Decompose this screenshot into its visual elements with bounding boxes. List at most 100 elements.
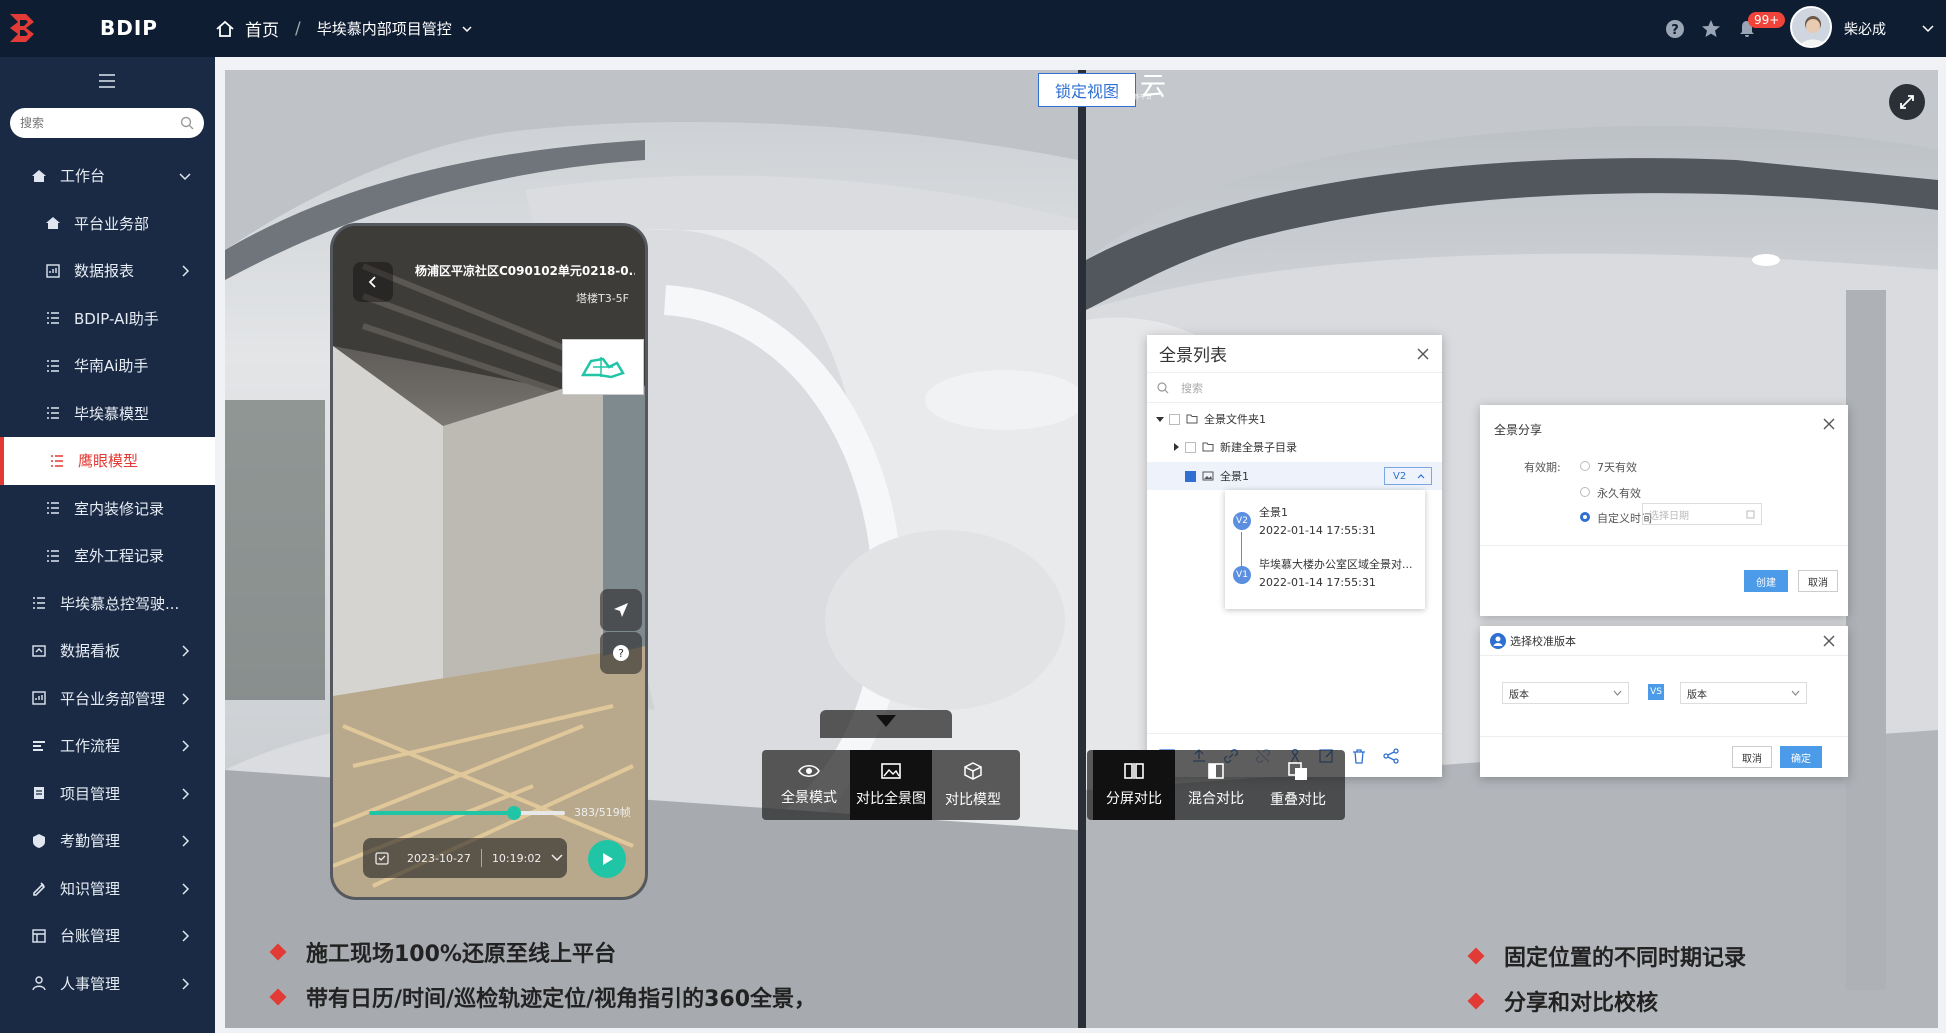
tree-row-panorama[interactable]: 全景1 V2 xyxy=(1147,462,1442,490)
close-icon[interactable] xyxy=(1822,417,1836,431)
tree-row-folder[interactable]: 全景文件夹1 xyxy=(1147,405,1442,433)
confirm-button[interactable]: 确定 xyxy=(1780,746,1822,768)
frame-slider[interactable] xyxy=(369,806,565,820)
toolbar_right-button-0[interactable]: 分屏对比 xyxy=(1093,750,1175,820)
panorama-list-search[interactable]: 搜索 xyxy=(1147,373,1442,403)
toolbar-toggle[interactable] xyxy=(820,710,952,738)
radio-custom[interactable] xyxy=(1580,512,1590,522)
sidebar-item-13[interactable]: 项目管理 xyxy=(0,770,215,818)
caret-down-icon[interactable] xyxy=(1155,414,1165,424)
search-icon[interactable] xyxy=(180,116,194,130)
toolbar_left-button-2[interactable]: 对比模型 xyxy=(932,750,1014,820)
mobile-back-button[interactable] xyxy=(353,262,393,302)
sidebar-item-1[interactable]: 平台业务部 xyxy=(0,200,215,248)
sidebar-item-label: BDIP-AI助手 xyxy=(74,309,159,328)
tree-checkbox[interactable] xyxy=(1185,441,1196,453)
toolbar_left-button-0[interactable]: 全景模式 xyxy=(768,750,850,820)
brand-name[interactable]: BDIP xyxy=(100,16,158,40)
version-name[interactable]: 毕埃慕大楼办公室区域全景对... xyxy=(1259,556,1419,572)
radio-permanent-label[interactable]: 永久有效 xyxy=(1597,485,1641,501)
sidebar-search[interactable] xyxy=(10,108,204,138)
version-badge[interactable]: V2 xyxy=(1233,512,1251,530)
mobile-panorama[interactable] xyxy=(333,226,645,897)
cancel-button[interactable]: 取消 xyxy=(1732,746,1772,768)
share-icon[interactable] xyxy=(1381,746,1401,766)
tree-checkbox[interactable] xyxy=(1169,413,1180,425)
sidebar-item-4[interactable]: 华南Ai助手 xyxy=(0,342,215,390)
sidebar-item-8[interactable]: 室外工程记录 xyxy=(0,532,215,580)
trash-icon[interactable] xyxy=(1349,746,1369,766)
sidebar-item-16[interactable]: 台账管理 xyxy=(0,912,215,960)
chevron-down-icon[interactable] xyxy=(551,853,563,863)
radio-7days-label[interactable]: 7天有效 xyxy=(1597,459,1637,475)
chevron-right-icon xyxy=(181,976,191,994)
avatar[interactable] xyxy=(1790,6,1832,48)
sidebar-item-9[interactable]: 毕埃慕总控驾驶... xyxy=(0,580,215,628)
breadcrumb-project[interactable]: 毕埃慕内部项目管控 xyxy=(317,18,452,39)
sidebar-item-14[interactable]: 考勤管理 xyxy=(0,817,215,865)
play-button[interactable] xyxy=(588,840,626,878)
caret-right-icon[interactable] xyxy=(1171,442,1181,452)
mini-map[interactable] xyxy=(562,339,644,395)
star-icon[interactable] xyxy=(1700,18,1722,40)
share-dialog: 全景分享 有效期: 7天有效 永久有效 自定义时间 选择日期 创建 取消 xyxy=(1480,405,1848,616)
radio-7days[interactable] xyxy=(1580,461,1590,471)
menu-collapse-icon[interactable] xyxy=(97,73,117,89)
panorama-viewer[interactable]: 锁定视图 云 元宇宙创作平台 杨浦区平凉社区C090102单元0218-0...… xyxy=(225,70,1938,1028)
sidebar-item-6[interactable]: 鹰眼模型 xyxy=(0,437,215,485)
sidebar-item-2[interactable]: 数据报表 xyxy=(0,247,215,295)
date-picker[interactable]: 选择日期 xyxy=(1642,503,1762,525)
breadcrumb-home[interactable]: 首页 xyxy=(245,16,279,41)
sidebar-item-0[interactable]: 工作台 xyxy=(0,152,215,200)
sidebar-item-5[interactable]: 毕埃慕模型 xyxy=(0,390,215,438)
toolbar_right-button-1[interactable]: 混合对比 xyxy=(1175,750,1257,820)
toolbar_left-button-label: 对比全景图 xyxy=(856,791,926,807)
report-icon xyxy=(30,689,48,707)
help-button[interactable]: ? xyxy=(600,632,642,674)
help-icon: ? xyxy=(613,645,629,661)
time-value[interactable]: 10:19:02 xyxy=(492,852,541,865)
version-name[interactable]: 全景1 xyxy=(1259,504,1419,520)
version-a-select[interactable]: 版本 xyxy=(1502,682,1629,704)
sidebar-item-17[interactable]: 人事管理 xyxy=(0,960,215,1008)
close-icon[interactable] xyxy=(1822,634,1836,648)
bdip-logo-icon[interactable] xyxy=(8,10,44,46)
fullscreen-button[interactable] xyxy=(1889,84,1925,120)
split-divider[interactable] xyxy=(1078,70,1086,1028)
create-button[interactable]: 创建 xyxy=(1744,570,1788,592)
tree-label[interactable]: 新建全景子目录 xyxy=(1220,439,1297,455)
close-icon[interactable] xyxy=(1416,347,1430,361)
knowledge-icon xyxy=(30,879,48,897)
version-badge[interactable]: V1 xyxy=(1233,566,1251,584)
tree-checkbox-checked[interactable] xyxy=(1185,470,1196,482)
chevron-down-icon[interactable] xyxy=(1922,24,1934,34)
tree-label[interactable]: 全景1 xyxy=(1220,468,1249,484)
toolbar_left-button-1[interactable]: 对比全景图 xyxy=(850,750,932,820)
calendar-icon[interactable] xyxy=(375,851,389,865)
home-icon[interactable] xyxy=(215,19,235,39)
tree-label[interactable]: 全景文件夹1 xyxy=(1204,411,1266,427)
version-b-select[interactable]: 版本 xyxy=(1680,682,1807,704)
navigate-button[interactable] xyxy=(600,589,642,631)
cancel-button[interactable]: 取消 xyxy=(1798,570,1838,592)
chevron-down-icon[interactable] xyxy=(462,24,472,34)
frame-slider-knob[interactable] xyxy=(507,806,522,820)
sidebar-item-15[interactable]: 知识管理 xyxy=(0,865,215,913)
help-icon[interactable]: ? xyxy=(1664,18,1686,40)
toolbar_right-button-2[interactable]: 重叠对比 xyxy=(1257,750,1339,820)
date-value[interactable]: 2023-10-27 xyxy=(407,852,471,865)
user-name[interactable]: 柴必成 xyxy=(1844,19,1886,39)
sidebar-item-7[interactable]: 室内装修记录 xyxy=(0,485,215,533)
version-select[interactable]: V2 xyxy=(1384,467,1432,485)
chevron-left-icon xyxy=(368,276,376,288)
lock-view-button[interactable]: 锁定视图 xyxy=(1038,73,1136,107)
radio-permanent[interactable] xyxy=(1580,487,1590,497)
sidebar-search-input[interactable] xyxy=(20,116,180,130)
sidebar-item-11[interactable]: 平台业务部管理 xyxy=(0,675,215,723)
validity-label: 有效期: xyxy=(1524,461,1561,474)
datetime-bar[interactable]: 2023-10-27 10:19:02 xyxy=(363,838,567,878)
tree-row-subfolder[interactable]: 新建全景子目录 xyxy=(1147,433,1442,461)
sidebar-item-3[interactable]: BDIP-AI助手 xyxy=(0,295,215,343)
sidebar-item-10[interactable]: 数据看板 xyxy=(0,627,215,675)
sidebar-item-12[interactable]: 工作流程 xyxy=(0,722,215,770)
